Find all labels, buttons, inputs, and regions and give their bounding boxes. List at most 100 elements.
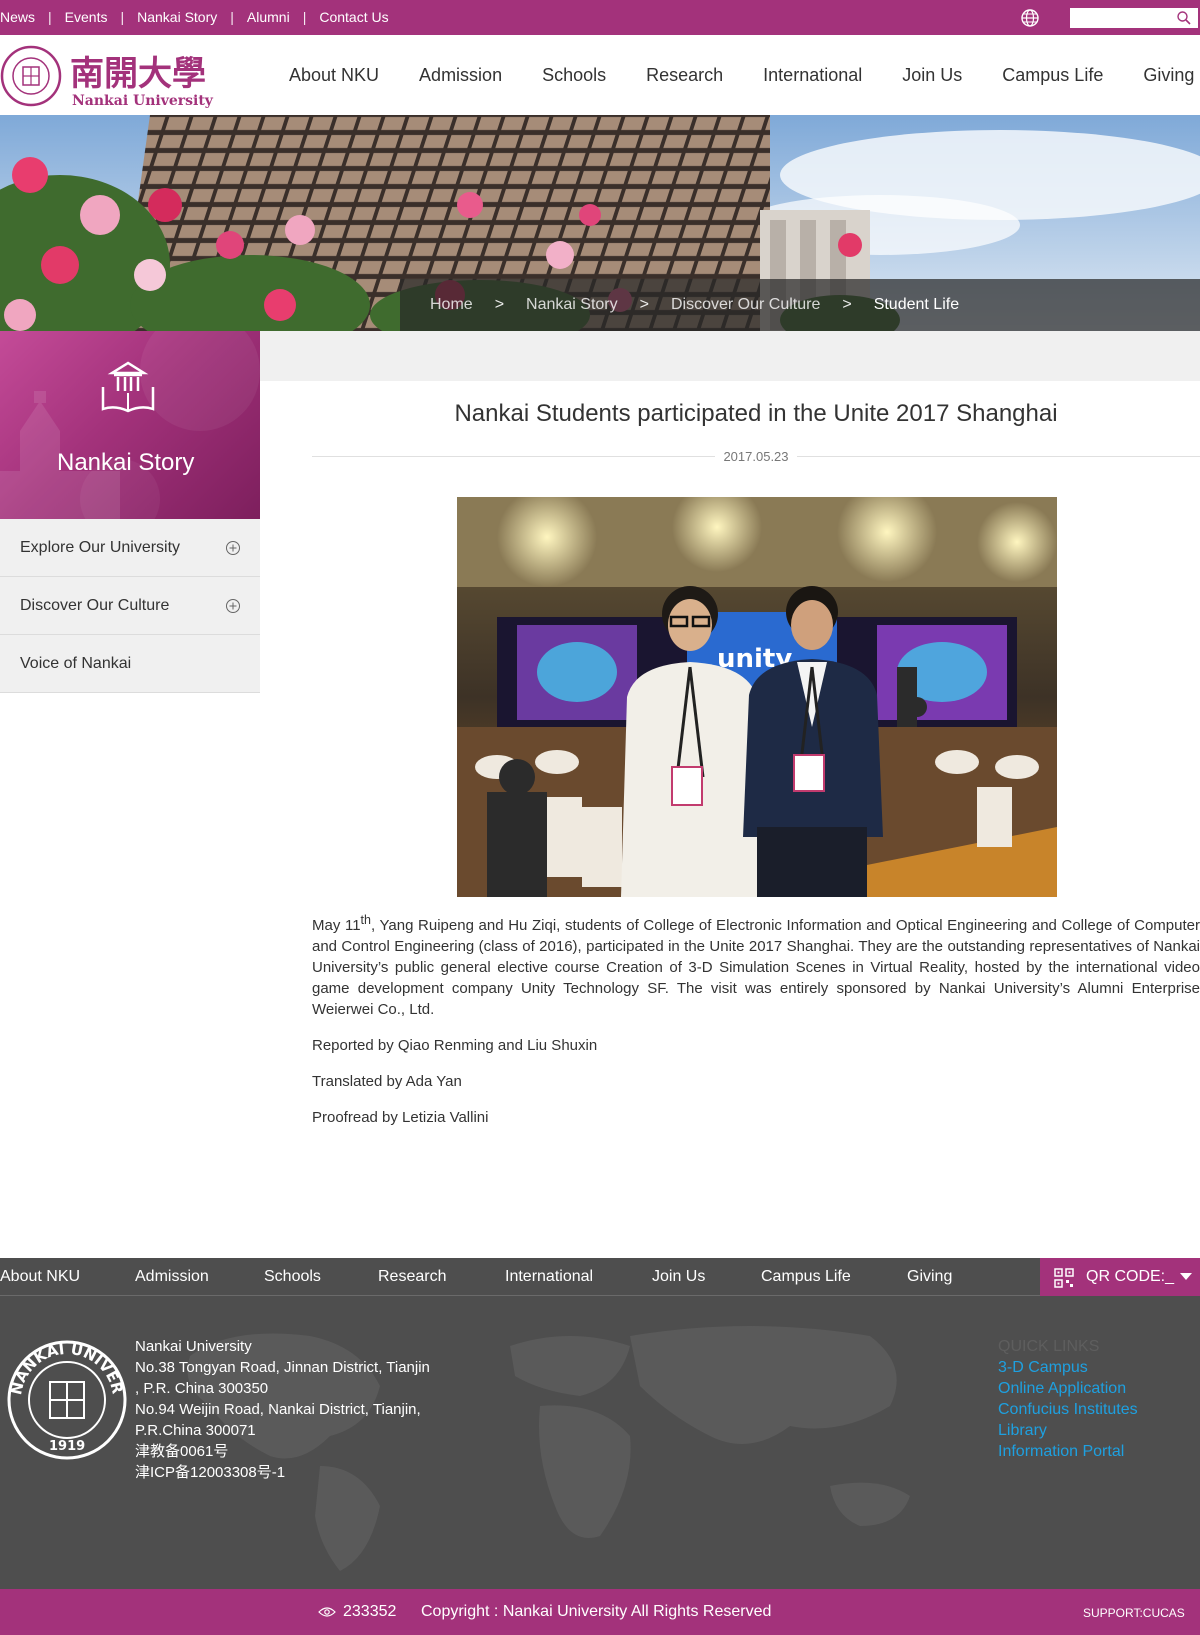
footer-nav-international[interactable]: International	[505, 1268, 652, 1286]
sidebar-menu: Explore Our University Discover Our Cult…	[0, 519, 260, 693]
sidebar-title: Nankai Story	[57, 449, 195, 476]
university-seal-logo[interactable]: NANKAI UNIVERSITY 1919	[5, 1338, 129, 1462]
article-proofread-by: Proofread by Letizia Vallini	[312, 1109, 489, 1126]
sidebar-item-label: Voice of Nankai	[20, 654, 132, 672]
nav-about-nku[interactable]: About NKU	[289, 65, 379, 86]
copyright-text: Copyright : Nankai University All Rights…	[421, 1603, 772, 1620]
article-text: May 11	[312, 917, 361, 934]
address-line: Nankai University	[135, 1338, 252, 1355]
address-line: No.38 Tongyan Road, Jinnan District, Tia…	[135, 1359, 430, 1376]
svg-text:NANKAI UNIVERSITY: NANKAI UNIVERSITY	[5, 1338, 127, 1397]
sidebar-item-voice-of-nankai[interactable]: Voice of Nankai	[0, 635, 260, 693]
sidebar-item-label: Discover Our Culture	[20, 596, 170, 614]
article-photo: unity	[457, 497, 1057, 897]
top-links: News | Events | Nankai Story | Alumni | …	[0, 9, 389, 25]
logo-english-name: Nankai University	[72, 93, 214, 109]
nav-admission[interactable]: Admission	[419, 65, 502, 86]
top-link-events[interactable]: Events	[65, 9, 108, 25]
nav-giving[interactable]: Giving	[1143, 65, 1194, 86]
nav-join-us[interactable]: Join Us	[902, 65, 962, 86]
main-nav: About NKU Admission Schools Research Int…	[289, 65, 1200, 86]
hero-banner: Home > Nankai Story > Discover Our Cultu…	[0, 115, 1200, 331]
sidebar-item-label: Explore Our University	[20, 538, 181, 556]
quick-link-online-application[interactable]: Online Application	[998, 1378, 1138, 1399]
quick-link-3d-campus[interactable]: 3-D Campus	[998, 1357, 1138, 1378]
article-translated-by: Translated by Ada Yan	[312, 1073, 462, 1090]
article-superscript: th	[360, 913, 371, 927]
qr-code-button[interactable]: QR CODE:_	[1040, 1258, 1200, 1296]
article-body: May 11th, Yang Ruipeng and Hu Ziqi, stud…	[312, 910, 1200, 1143]
article-reported-by: Reported by Qiao Renming and Liu Shuxin	[312, 1037, 598, 1054]
content-header-band	[260, 331, 1200, 381]
quick-link-confucius-institutes[interactable]: Confucius Institutes	[998, 1399, 1138, 1420]
eye-icon	[318, 1607, 336, 1617]
nav-international[interactable]: International	[763, 65, 862, 86]
address-line: No.94 Weijin Road, Nankai District, Tian…	[135, 1401, 421, 1418]
globe-icon[interactable]	[1020, 8, 1040, 28]
qr-code-label: QR CODE:_	[1086, 1268, 1175, 1285]
nav-research[interactable]: Research	[646, 65, 723, 86]
plus-circle-icon[interactable]	[225, 598, 241, 614]
footer-nav-about-nku[interactable]: About NKU	[0, 1268, 135, 1286]
divider: |	[120, 9, 125, 25]
sidebar-item-explore-our-university[interactable]: Explore Our University	[0, 519, 260, 577]
address-line: , P.R. China 300350	[135, 1380, 269, 1397]
top-link-contact-us[interactable]: Contact Us	[319, 9, 388, 25]
footer-nav-campus-life[interactable]: Campus Life	[761, 1268, 907, 1286]
support-link[interactable]: SUPPORT:CUCAS	[1083, 1606, 1185, 1620]
seal-name: NANKAI UNIVERSITY	[5, 1338, 127, 1397]
top-link-news[interactable]: News	[0, 9, 35, 25]
article-paragraph: May 11th, Yang Ruipeng and Hu Ziqi, stud…	[312, 910, 1200, 1020]
quick-link-library[interactable]: Library	[998, 1420, 1138, 1441]
quick-link-information-portal[interactable]: Information Portal	[998, 1441, 1138, 1462]
footer-nav: About NKU Admission Schools Research Int…	[0, 1258, 1200, 1296]
qr-code-icon	[1054, 1268, 1074, 1288]
breadcrumb-student-life[interactable]: Student Life	[874, 296, 959, 314]
sidebar-item-discover-our-culture[interactable]: Discover Our Culture	[0, 577, 260, 635]
breadcrumb-separator: >	[494, 296, 505, 313]
top-link-nankai-story[interactable]: Nankai Story	[137, 9, 217, 25]
article-date: 2017.05.23	[715, 449, 797, 464]
registration-line: 津教备0061号	[135, 1443, 229, 1460]
seal-year: 1919	[49, 1439, 85, 1454]
footer-nav-join-us[interactable]: Join Us	[652, 1268, 761, 1286]
footer-nav-research[interactable]: Research	[378, 1268, 505, 1286]
footer-main: NANKAI UNIVERSITY 1919 Nankai University…	[0, 1296, 1200, 1589]
copyright-bar: 233352 Copyright : Nankai University All…	[0, 1589, 1200, 1635]
article-text: , Yang Ruipeng and Hu Ziqi, students of …	[312, 917, 1200, 1018]
article-title: Nankai Students participated in the Unit…	[454, 400, 1058, 427]
building-silhouette	[0, 331, 260, 519]
quick-links-heading: QUICK LINKS	[998, 1338, 1100, 1355]
breadcrumb-nankai-story[interactable]: Nankai Story	[526, 296, 618, 314]
breadcrumb-separator: >	[842, 296, 852, 313]
site-header: 南開大學 Nankai University About NKU Admissi…	[0, 35, 1200, 115]
address-line: P.R.China 300071	[135, 1422, 256, 1439]
footer-nav-schools[interactable]: Schools	[264, 1268, 378, 1286]
footer-nav-giving[interactable]: Giving	[907, 1268, 952, 1286]
divider: |	[302, 9, 307, 25]
breadcrumb-discover-our-culture[interactable]: Discover Our Culture	[671, 296, 820, 314]
registration-line: 津ICP备12003308号-1	[135, 1464, 286, 1481]
top-link-alumni[interactable]: Alumni	[247, 9, 290, 25]
footer-address: Nankai University No.38 Tongyan Road, Ji…	[135, 1336, 430, 1483]
breadcrumb-home[interactable]: Home	[430, 296, 473, 314]
breadcrumb-separator: >	[639, 296, 649, 313]
nav-campus-life[interactable]: Campus Life	[1002, 65, 1103, 86]
quick-links: QUICK LINKS 3-D Campus Online Applicatio…	[998, 1336, 1138, 1462]
chevron-down-icon	[1180, 1273, 1192, 1280]
footer-nav-admission[interactable]: Admission	[135, 1268, 264, 1286]
logo-chinese-name: 南開大學	[70, 54, 206, 94]
divider: |	[48, 9, 52, 25]
divider: |	[230, 9, 234, 25]
visit-counter: 233352	[343, 1603, 397, 1620]
breadcrumb: Home > Nankai Story > Discover Our Cultu…	[400, 279, 1200, 331]
nankai-logo[interactable]: 南開大學 Nankai University	[0, 43, 215, 109]
top-bar: News | Events | Nankai Story | Alumni | …	[0, 0, 1200, 35]
nav-schools[interactable]: Schools	[542, 65, 606, 86]
article-dateline: 2017.05.23	[312, 448, 1200, 464]
plus-circle-icon[interactable]	[225, 540, 241, 556]
search-icon[interactable]	[1176, 10, 1192, 26]
footer-nav-items: About NKU Admission Schools Research Int…	[0, 1268, 952, 1286]
search-input[interactable]	[1070, 8, 1198, 28]
library-icon	[101, 361, 155, 413]
